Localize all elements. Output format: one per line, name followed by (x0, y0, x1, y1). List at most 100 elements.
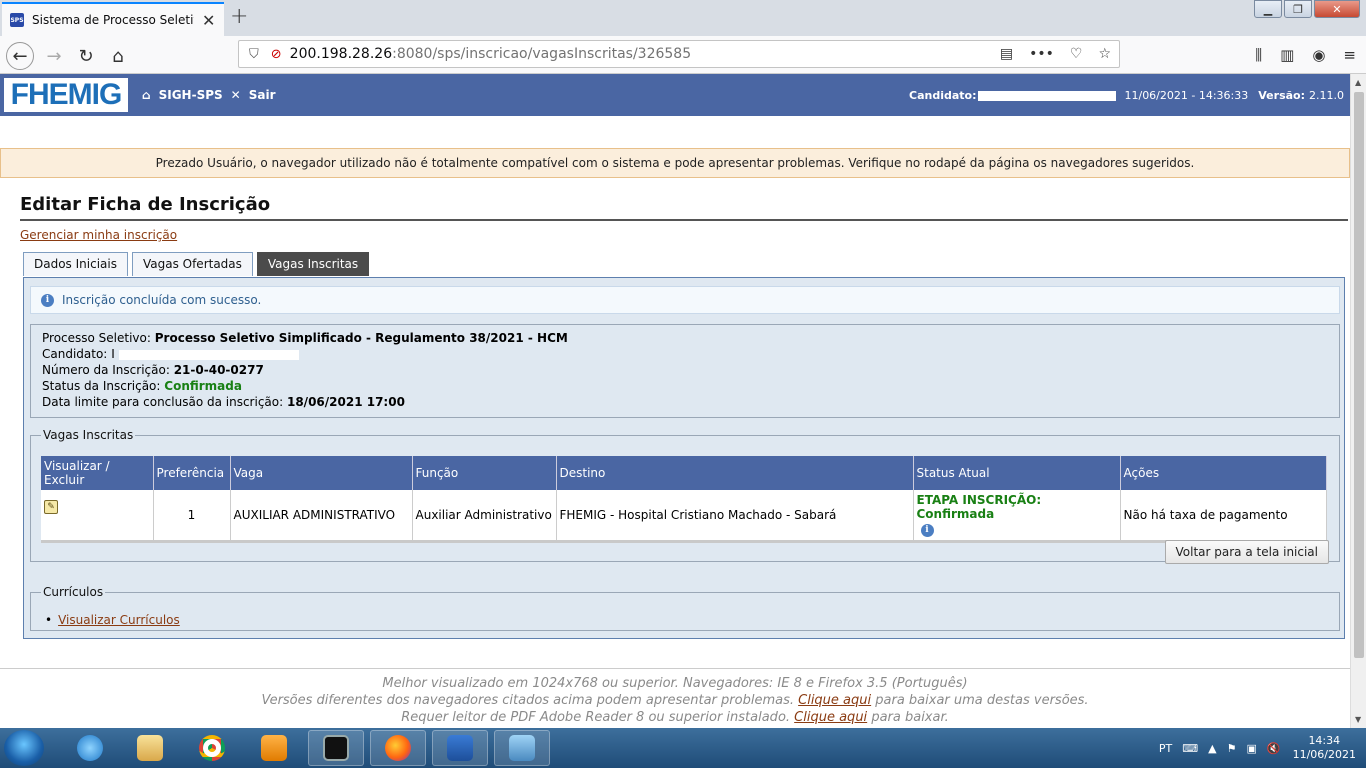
nav-home-link[interactable]: SIGH-SPS (159, 88, 223, 102)
col-status: Status Atual (913, 456, 1121, 490)
photo-viewer-icon (509, 735, 535, 761)
version-value: 2.11.0 (1309, 89, 1344, 102)
curriculos-list: Visualizar Currículos (45, 613, 180, 627)
footer-line-3-text: Requer leitor de PDF Adobe Reader 8 ou s… (401, 710, 791, 725)
process-value: Processo Seletivo Simplificado - Regulam… (154, 331, 568, 345)
candidate-row: Candidato: I (42, 346, 1339, 362)
table-row: ✎ 1 AUXILIAR ADMINISTRATIVO Auxiliar Adm… (41, 490, 1327, 543)
cell-visualizar: ✎ (41, 490, 154, 543)
taskbar-terminal[interactable] (308, 730, 364, 766)
minimize-button[interactable]: ▁ (1254, 0, 1282, 18)
windows-taskbar: PT ⌨ ▲ ⚑ ▣ 🔇 14:34 11/06/2021 (0, 728, 1366, 768)
more-actions-icon[interactable]: ••• (1029, 46, 1054, 62)
close-tab-icon[interactable]: ✕ (202, 11, 215, 30)
pocket-icon[interactable]: ♡ (1070, 46, 1083, 62)
status-info-icon[interactable]: i (920, 523, 934, 537)
sidebar-icon[interactable]: ▥ (1280, 46, 1294, 64)
nav-exit-link[interactable]: Sair (249, 88, 276, 102)
edit-icon[interactable]: ✎ (44, 500, 58, 514)
volume-muted-icon[interactable]: 🔇 (1267, 742, 1281, 755)
taskbar-media[interactable] (246, 730, 302, 766)
col-destino: Destino (556, 456, 914, 490)
col-acoes: Ações (1120, 456, 1327, 490)
taskbar-firefox[interactable] (370, 730, 426, 766)
home-button[interactable]: ⌂ (104, 42, 132, 70)
clock-time: 14:34 (1308, 734, 1341, 747)
address-bar[interactable]: ⛉ ⊘ 200.198.28.26 :8080/sps/inscricao/va… (238, 40, 1120, 68)
taskbar-ie[interactable] (62, 730, 118, 766)
scroll-thumb[interactable] (1354, 92, 1364, 658)
download-pdf-reader-link[interactable]: Clique aqui (794, 710, 867, 725)
language-indicator[interactable]: PT (1159, 742, 1172, 755)
close-window-button[interactable]: ✕ (1314, 0, 1360, 18)
tab-title: Sistema de Processo Seletivo - | (32, 13, 194, 27)
header-nav: ⌂ SIGH-SPS ✕ Sair (142, 88, 284, 102)
back-to-home-button[interactable]: Voltar para a tela inicial (1164, 540, 1329, 564)
url-host: 200.198.28.26 (289, 46, 393, 62)
media-player-icon (261, 735, 287, 761)
shield-icon[interactable]: ⛉ (249, 47, 259, 62)
firefox-icon (385, 735, 411, 761)
number-value: 21-0-40-0277 (173, 363, 264, 377)
vagas-legend: Vagas Inscritas (43, 428, 134, 442)
reload-button[interactable]: ↻ (72, 42, 100, 70)
inscription-info-box: Processo Seletivo: Processo Seletivo Sim… (30, 324, 1340, 418)
taskbar-word[interactable] (432, 730, 488, 766)
taskbar-chrome[interactable] (184, 730, 240, 766)
browser-nav-bar: ← → ↻ ⌂ ⛉ ⊘ 200.198.28.26 :8080/sps/insc… (0, 36, 1366, 74)
library-icon[interactable]: ⫼ (1255, 46, 1262, 64)
cell-preferencia: 1 (153, 490, 231, 543)
download-browsers-link[interactable]: Clique aqui (798, 693, 871, 708)
back-button[interactable]: ← (6, 42, 34, 70)
ie-icon (77, 735, 103, 761)
redacted-candidate-name (978, 90, 1117, 101)
col-vaga: Vaga (230, 456, 413, 490)
success-message: i Inscrição concluída com sucesso. (30, 286, 1340, 314)
menu-icon[interactable]: ≡ (1343, 46, 1356, 64)
bookmark-star-icon[interactable]: ☆ (1098, 46, 1111, 62)
tab-vagas-inscritas[interactable]: Vagas Inscritas (256, 252, 370, 276)
vagas-inscritas-fieldset: Vagas Inscritas Visualizar / Excluir Pre… (30, 428, 1340, 564)
new-tab-button[interactable]: + (230, 4, 248, 29)
manage-inscription-link[interactable]: Gerenciar minha inscrição (20, 228, 177, 242)
redacted-candidate-info (118, 349, 299, 360)
maximize-button[interactable]: ❐ (1284, 0, 1312, 18)
page-scrollbar[interactable]: ▲ ▼ (1350, 74, 1366, 728)
taskbar-clock[interactable]: 14:34 11/06/2021 (1293, 734, 1356, 762)
footer-line-3: Requer leitor de PDF Adobe Reader 8 ou s… (0, 709, 1350, 726)
footer-line-2-tail: para baixar uma destas versões. (875, 693, 1089, 708)
start-button[interactable] (4, 730, 44, 766)
tab-dados-iniciais[interactable]: Dados Iniciais (23, 252, 128, 276)
network-icon[interactable]: ▣ (1246, 742, 1256, 755)
window-controls: ▁ ❐ ✕ (1252, 0, 1360, 18)
action-center-flag-icon[interactable]: ⚑ (1227, 742, 1237, 755)
scroll-down-icon[interactable]: ▼ (1355, 715, 1361, 724)
exit-icon[interactable]: ✕ (231, 88, 241, 102)
view-curriculos-link[interactable]: Visualizar Currículos (58, 613, 180, 627)
scroll-up-icon[interactable]: ▲ (1355, 78, 1361, 87)
taskbar-photos[interactable] (494, 730, 550, 766)
account-icon[interactable]: ◉ (1312, 46, 1325, 64)
process-row: Processo Seletivo: Processo Seletivo Sim… (42, 330, 1339, 346)
browser-tab-bar: SPS Sistema de Processo Seletivo - | ✕ +… (0, 0, 1366, 36)
status-value: Confirmada (164, 379, 242, 393)
keyboard-icon[interactable]: ⌨ (1182, 742, 1198, 755)
page-title: Editar Ficha de Inscrição (20, 194, 1348, 221)
deadline-row: Data limite para conclusão da inscrição:… (42, 394, 1339, 410)
tab-vagas-ofertadas[interactable]: Vagas Ofertadas (131, 252, 253, 276)
footer-line-1: Melhor visualizado em 1024x768 ou superi… (382, 676, 968, 691)
info-icon: i (41, 293, 54, 307)
col-funcao: Função (412, 456, 557, 490)
forward-button[interactable]: → (40, 42, 68, 70)
browser-tab[interactable]: SPS Sistema de Processo Seletivo - | ✕ (2, 2, 224, 36)
show-hidden-icons-icon[interactable]: ▲ (1208, 742, 1216, 755)
insecure-lock-icon[interactable]: ⊘ (271, 47, 282, 62)
reader-view-icon[interactable]: ▤ (1000, 46, 1013, 62)
number-row: Número da Inscrição: 21-0-40-0277 (42, 362, 1339, 378)
col-visualizar: Visualizar / Excluir (41, 456, 154, 490)
status-row: Status da Inscrição: Confirmada (42, 378, 1339, 394)
list-item: Visualizar Currículos (45, 613, 180, 627)
taskbar-explorer[interactable] (122, 730, 178, 766)
process-label: Processo Seletivo: (42, 331, 151, 345)
home-icon[interactable]: ⌂ (142, 88, 151, 102)
